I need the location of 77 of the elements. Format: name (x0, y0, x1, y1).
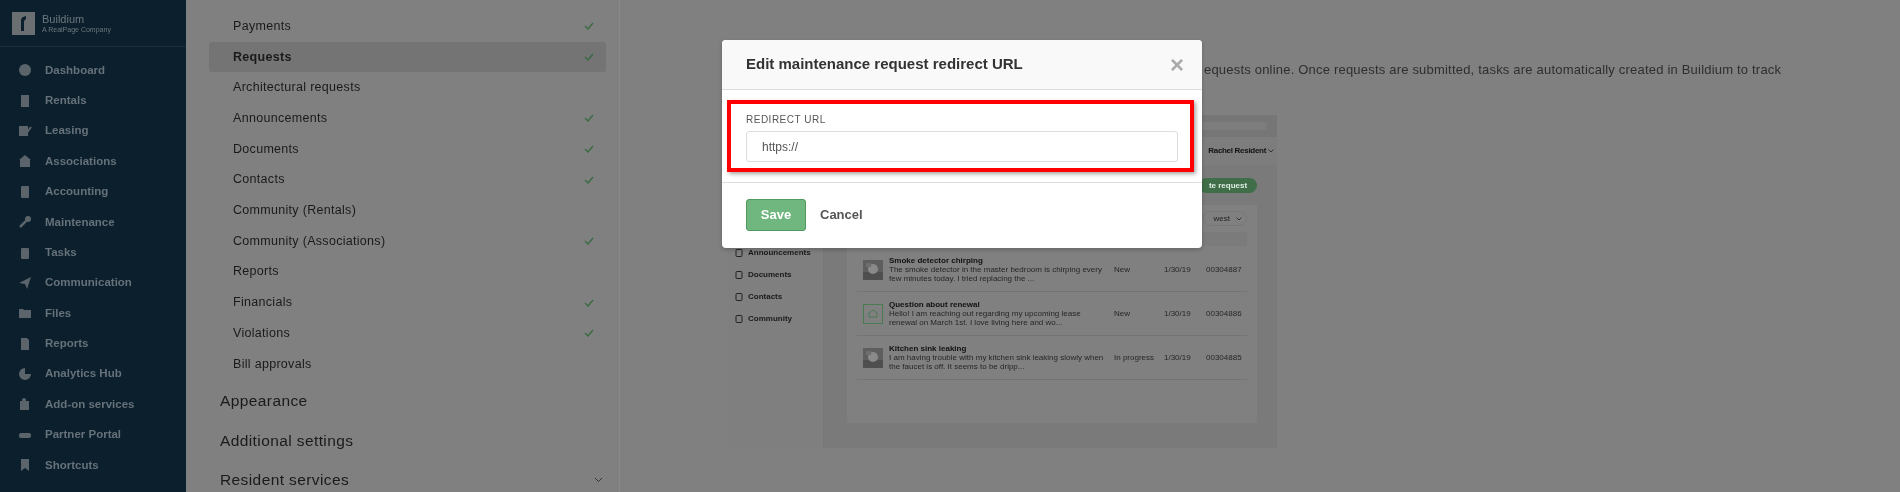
paper-plane-icon (18, 275, 32, 290)
settings-item[interactable]: Reports (209, 256, 606, 288)
date-text: 1/30/19 (1164, 263, 1192, 276)
check-icon (584, 145, 594, 154)
check-icon (584, 329, 594, 338)
request-title: Smoke detector chirping (889, 256, 984, 265)
sidebar-item[interactable]: Maintenance (0, 206, 186, 238)
settings-item[interactable]: Community (Rentals) (209, 195, 606, 226)
settings-item[interactable]: Bill approvals (209, 348, 606, 380)
sidebar-item[interactable]: Files (0, 298, 186, 329)
date-text: 1/30/19 (1164, 307, 1192, 320)
user-name: Rachel Resident (1208, 145, 1266, 157)
settings-item[interactable]: Violations (209, 317, 606, 349)
request-id: 00304886 (1206, 307, 1242, 320)
sidebar-item[interactable]: Communication (0, 267, 186, 299)
section-heading[interactable]: Appearance (186, 381, 619, 421)
save-button[interactable]: Save (746, 199, 806, 231)
field-label: REDIRECT URL (746, 115, 827, 125)
home-icon (18, 154, 32, 169)
settings-item[interactable]: Requests (209, 41, 606, 73)
section-heading[interactable]: Resident services (186, 460, 619, 492)
check-icon (584, 22, 594, 31)
settings-item[interactable]: Contacts (209, 164, 606, 196)
date-text: 1/30/19 (1164, 351, 1192, 364)
nav-icon (735, 271, 743, 279)
request-summary: The smoke detector in the master bedroom is chirping every few minutes today. I tried replacing the ... (889, 265, 1103, 283)
close-button[interactable]: × (1170, 52, 1184, 77)
sidebar-item[interactable]: Shortcuts (0, 450, 186, 481)
status-text: New (1114, 307, 1131, 320)
request-id: 00304887 (1206, 263, 1242, 276)
dashboard-icon (18, 63, 32, 78)
folder-icon (18, 306, 32, 321)
settings-item[interactable]: Documents (209, 133, 606, 165)
document-pen-icon (18, 123, 32, 138)
check-icon (584, 114, 594, 123)
pie-chart-icon (18, 367, 32, 382)
settings-item[interactable]: Payments (209, 11, 606, 42)
dialog-title: Edit maintenance request redirect URL (746, 54, 1023, 75)
sidebar-item[interactable]: Leasing (0, 115, 186, 147)
chevron-down-icon (1236, 216, 1242, 221)
sidebar-item[interactable]: Associations (0, 146, 186, 177)
check-icon (584, 237, 594, 246)
status-text: In progress (1114, 351, 1156, 364)
check-icon (584, 175, 594, 184)
settings-item[interactable]: Announcements (209, 103, 606, 134)
nav-icon (735, 293, 743, 301)
sidebar-item[interactable]: Rentals (0, 85, 186, 116)
sidebar-item[interactable]: Partner Portal (0, 419, 186, 451)
status-text: New (1114, 263, 1131, 276)
request-title: Question about renewal (889, 300, 981, 309)
settings-item[interactable]: Architectural requests (209, 72, 606, 104)
check-icon (584, 298, 594, 307)
sidebar-item[interactable]: Reports (0, 328, 186, 359)
settings-item[interactable]: Financials (209, 287, 606, 318)
bookmark-icon (18, 458, 32, 473)
sidebar-item[interactable]: Analytics Hub (0, 358, 186, 390)
request-id: 00304885 (1206, 351, 1242, 364)
nav-icon (735, 249, 743, 257)
settings-item[interactable]: Community (Associations) (209, 225, 606, 257)
logo-icon (12, 11, 35, 35)
sidebar-item[interactable]: Dashboard (0, 55, 186, 86)
request-title: Kitchen sink leaking (889, 344, 968, 353)
description-text: equests online. Once requests are submitted, tasks are automatically created in Buildium to track (1204, 61, 1782, 79)
house-icon (863, 303, 883, 324)
nav-icon (735, 315, 743, 323)
sidebar-item[interactable]: Tasks (0, 237, 186, 268)
report-icon (18, 336, 32, 351)
section-heading[interactable]: Additional settings (186, 420, 619, 461)
puzzle-icon (18, 397, 32, 412)
cancel-button[interactable]: Cancel (820, 205, 863, 225)
sidebar-item[interactable]: Add-on services (0, 389, 186, 420)
wrench-icon (18, 215, 32, 230)
check-icon (584, 53, 594, 62)
chevron-down-icon (1268, 149, 1274, 153)
brand-name: Buildium (42, 13, 86, 25)
sidebar-item[interactable]: Accounting (0, 176, 186, 207)
redirect-url-field[interactable]: https:// (746, 131, 1178, 162)
